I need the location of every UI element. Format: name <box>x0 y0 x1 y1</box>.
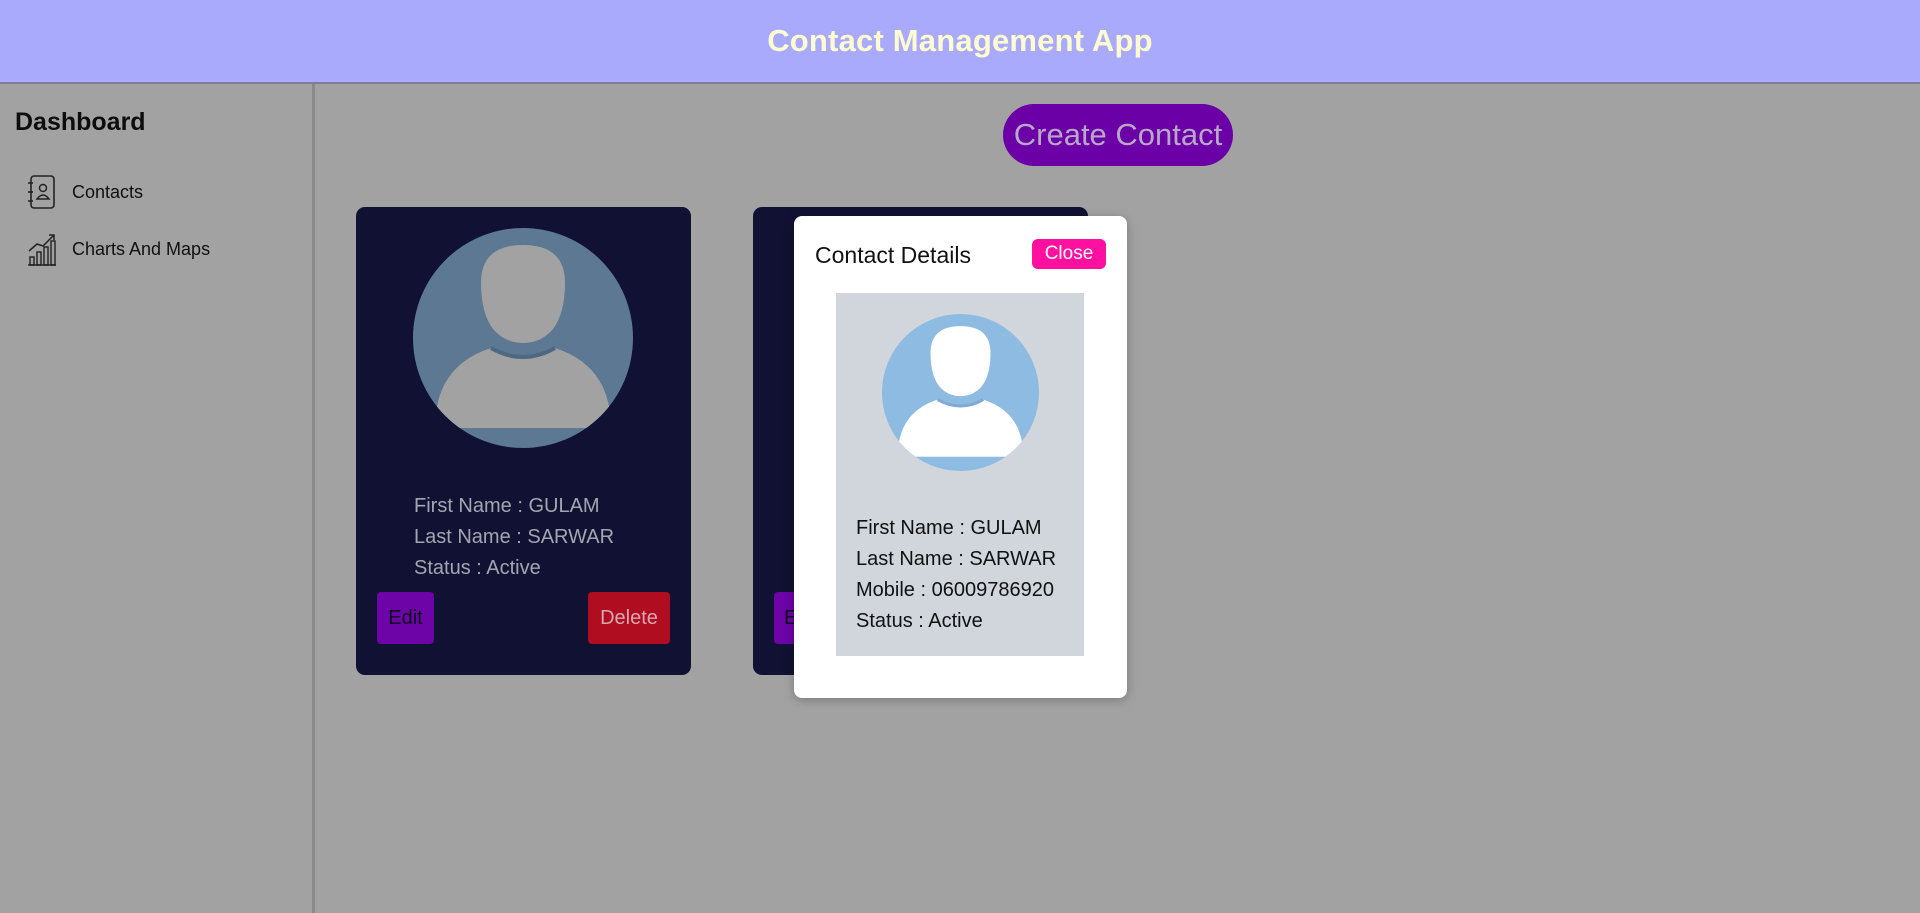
avatar-icon <box>882 314 1039 471</box>
sidebar: Dashboard Contacts Charts And Maps <box>0 84 315 913</box>
contact-info: First Name : GULAM Last Name : SARWAR St… <box>414 491 614 584</box>
contacts-book-icon <box>26 174 58 210</box>
status-text: Status : Active <box>856 610 983 632</box>
contact-details-modal: Contact Details Close First Name : GULAM… <box>794 216 1127 698</box>
delete-button[interactable]: Delete <box>588 592 670 644</box>
chart-icon <box>26 231 58 267</box>
mobile-text: Mobile : 06009786920 <box>856 579 1054 601</box>
contact-detail-info: First Name : GULAM Last Name : SARWAR Mo… <box>856 513 1056 637</box>
app-header: Contact Management App <box>0 0 1920 84</box>
sidebar-item-label: Contacts <box>72 181 144 202</box>
sidebar-item-contacts[interactable]: Contacts <box>26 172 296 212</box>
sidebar-heading: Dashboard <box>15 108 146 136</box>
create-contact-button[interactable]: Create Contact <box>1003 104 1233 166</box>
modal-title: Contact Details <box>815 242 971 268</box>
edit-button[interactable]: Edit <box>377 592 434 644</box>
sidebar-item-label: Charts And Maps <box>72 238 211 259</box>
last-name-text: Last Name : SARWAR <box>414 526 615 548</box>
first-name-text: First Name : GULAM <box>414 495 600 517</box>
app-title: Contact Management App <box>767 23 1153 58</box>
sidebar-item-charts-and-maps[interactable]: Charts And Maps <box>26 229 296 269</box>
avatar-icon <box>413 228 633 448</box>
contact-detail-card: First Name : GULAM Last Name : SARWAR Mo… <box>836 293 1084 656</box>
status-text: Status : Active <box>414 557 541 579</box>
close-button[interactable]: Close <box>1032 239 1106 269</box>
contact-card: First Name : GULAM Last Name : SARWAR St… <box>356 207 691 675</box>
first-name-text: First Name : GULAM <box>856 517 1042 539</box>
last-name-text: Last Name : SARWAR <box>856 548 1057 570</box>
